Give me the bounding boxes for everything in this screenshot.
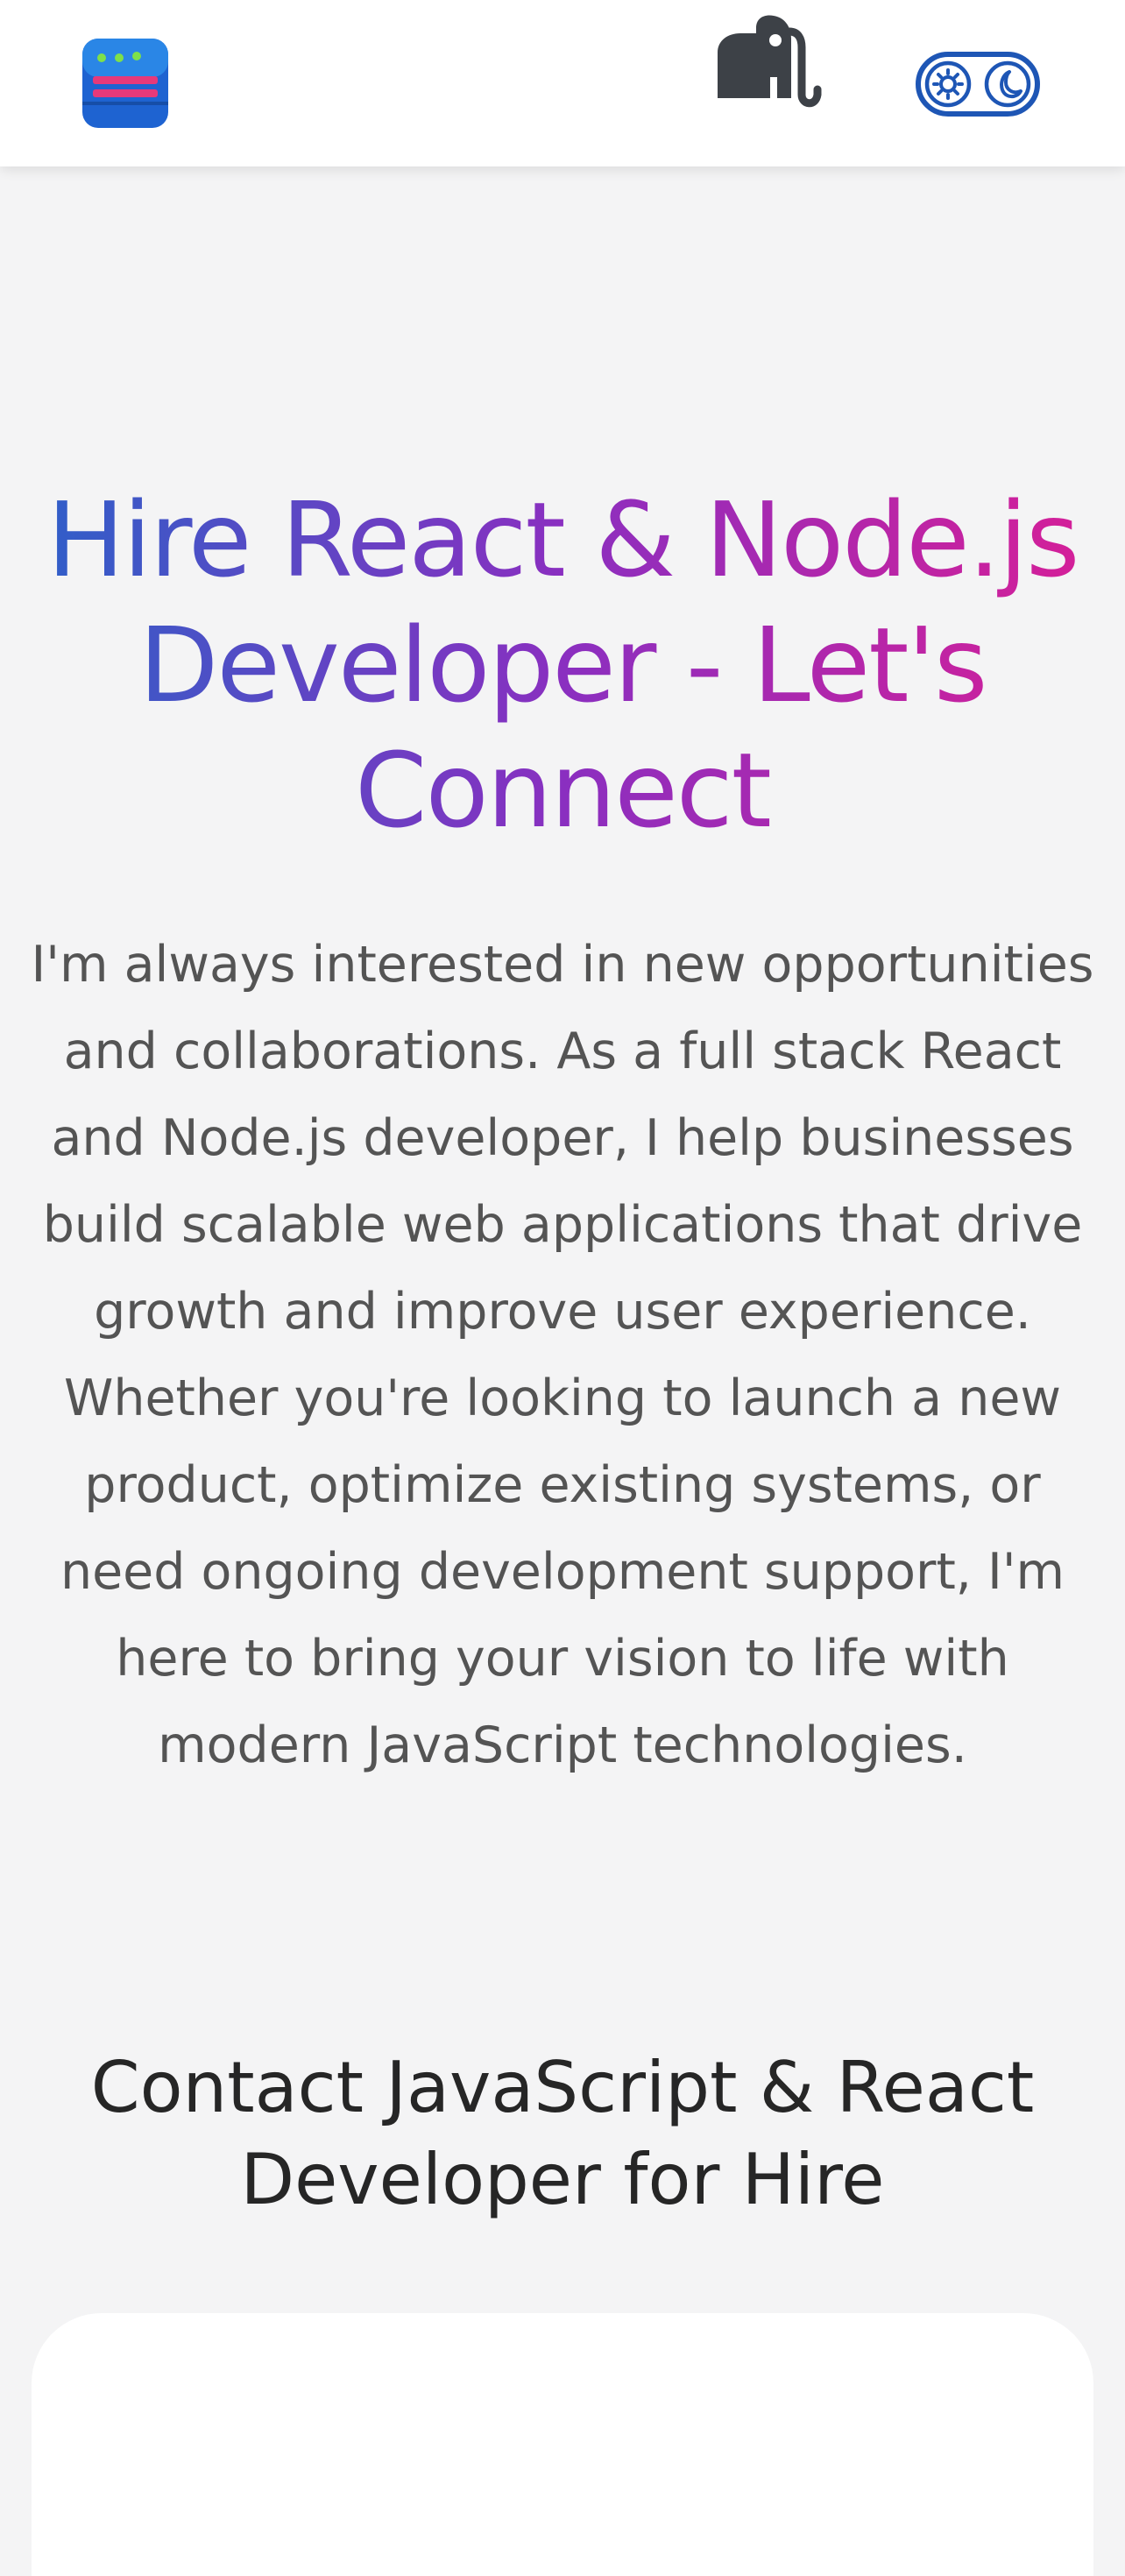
site-logo-button[interactable] — [81, 39, 170, 128]
mastodon-elephant-icon — [718, 15, 822, 108]
server-stack-icon — [82, 39, 168, 128]
top-navbar — [0, 0, 1125, 166]
contact-form-card — [32, 2313, 1093, 2576]
hero-title: Hire React & Node.js Developer - Let's C… — [35, 478, 1090, 853]
theme-toggle[interactable] — [915, 51, 1041, 117]
hero-description: I'm always interested in new opportuniti… — [31, 936, 1094, 1774]
mastodon-link[interactable] — [714, 11, 832, 111]
sun-icon — [924, 60, 972, 108]
moon-icon — [984, 60, 1031, 108]
contact-section-title: Contact JavaScript & React Developer for… — [90, 2047, 1035, 2220]
